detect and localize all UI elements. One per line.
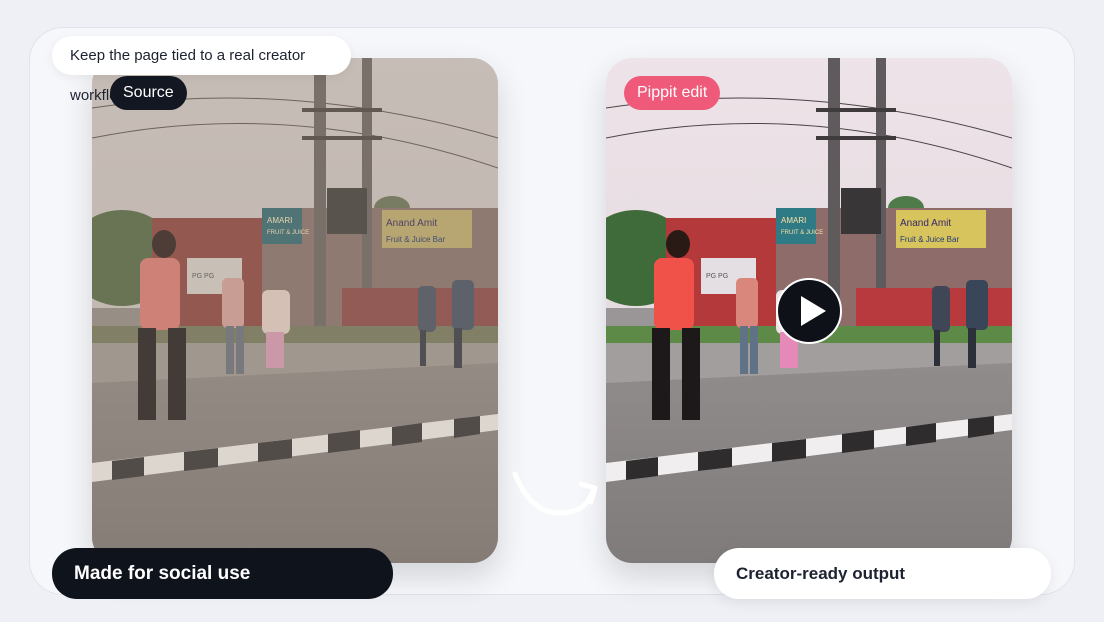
social-use-badge: Made for social use	[52, 548, 393, 599]
shop-sign-text: FRUIT & JUICE	[781, 230, 823, 236]
creator-ready-badge: Creator-ready output	[714, 548, 1051, 599]
shop-sign-text: Fruit & Juice Bar	[900, 235, 959, 244]
play-button[interactable]	[776, 278, 842, 344]
creator-ready-text: Creator-ready output	[736, 564, 906, 583]
source-street-photo: AMARI FRUIT & JUICE Anand Amit Fruit & J…	[92, 58, 498, 563]
source-label: Source	[110, 76, 187, 110]
curved-arrow-icon	[512, 471, 598, 516]
shop-sign-text: AMARI	[781, 216, 806, 225]
social-use-text: Made for social use	[74, 563, 251, 584]
workflow-callout: Keep the page tied to a real creator wor…	[52, 36, 351, 104]
shop-sign-text: Anand Amit	[900, 218, 951, 229]
pippit-edit-label: Pippit edit	[624, 76, 721, 110]
source-image-card: AMARI FRUIT & JUICE Anand Amit Fruit & J…	[92, 58, 498, 563]
poster-text: PG PG	[706, 273, 728, 280]
play-icon	[801, 296, 826, 326]
